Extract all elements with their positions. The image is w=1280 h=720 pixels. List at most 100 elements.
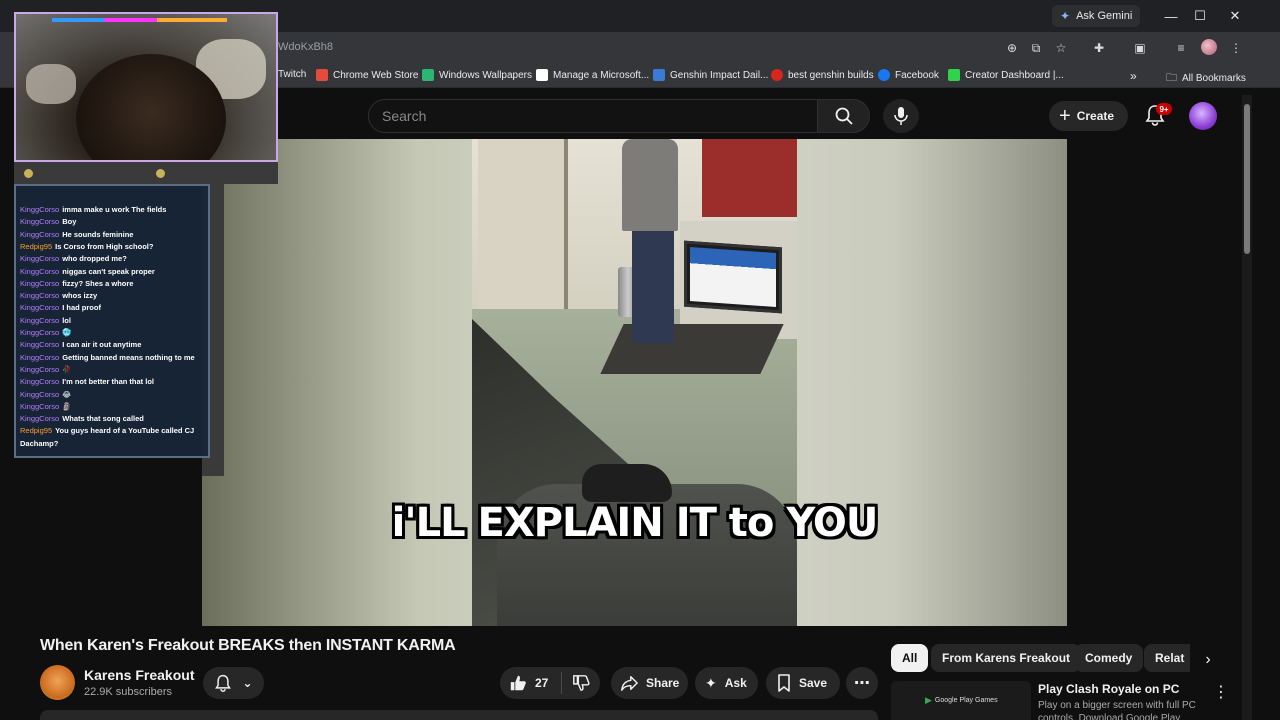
bookmark-creator-dashboard[interactable]: Creator Dashboard |... [948, 69, 1064, 81]
bookmark-manage-microsoft[interactable]: Manage a Microsoft... [536, 69, 649, 81]
chat-username[interactable]: KinggCorso [20, 365, 59, 374]
channel-avatar[interactable] [40, 665, 75, 700]
like-button[interactable]: 27 [500, 674, 561, 692]
video-frame [472, 139, 797, 626]
description-box[interactable] [40, 710, 878, 720]
search-button[interactable] [818, 99, 870, 133]
chip-related[interactable]: Relat [1144, 644, 1190, 672]
overlay-pin-icon [24, 169, 33, 178]
chip-comedy[interactable]: Comedy [1074, 644, 1144, 672]
browser-profile-avatar[interactable] [1201, 39, 1217, 55]
cast-icon[interactable]: ⧉ [1027, 39, 1045, 57]
chat-username[interactable]: KinggCorso [20, 291, 59, 300]
chat-username[interactable]: KinggCorso [20, 328, 59, 337]
ad-more-icon[interactable]: ⋮ [1213, 682, 1229, 702]
chat-username[interactable]: KinggCorso [20, 254, 59, 263]
notifications-subscribe-button[interactable]: ⌄ [203, 667, 264, 699]
more-horizontal-icon: ⋯ [854, 675, 870, 692]
chat-username[interactable]: KinggCorso [20, 316, 59, 325]
chat-text: fizzy? Shes a whore [62, 278, 134, 288]
more-actions-button[interactable]: ⋯ [846, 667, 878, 699]
bookmark-twitch[interactable]: Twitch [278, 69, 306, 80]
share-button[interactable]: Share [611, 667, 688, 699]
extensions-icon[interactable]: ✚ [1090, 39, 1108, 57]
close-icon[interactable]: ✕ [1225, 6, 1245, 26]
dislike-button[interactable] [562, 674, 600, 692]
ask-gemini-button[interactable]: ✦ Ask Gemini [1052, 5, 1141, 27]
channel-name[interactable]: Karens Freakout [84, 667, 194, 683]
chat-username[interactable]: KinggCorso [20, 414, 59, 423]
chat-message: KinggCorso 😂 [20, 389, 204, 401]
media-controls-icon[interactable]: ≡ [1172, 39, 1190, 57]
chat-text: I can air it out anytime [62, 340, 142, 350]
chat-username[interactable]: Redpig95 [20, 426, 52, 435]
zoom-icon[interactable]: ⊕ [1003, 39, 1021, 57]
chat-username[interactable]: KinggCorso [20, 230, 59, 239]
chat-text: 🥀 [62, 364, 72, 374]
bookmark-chrome-web-store[interactable]: Chrome Web Store [316, 69, 418, 81]
chat-message: KinggCorso 🥀 [20, 364, 204, 376]
chrome-web-store-icon [316, 69, 328, 81]
wallpapers-icon [422, 69, 434, 81]
bookmark-windows-wallpapers[interactable]: Windows Wallpapers [422, 69, 532, 81]
chat-username[interactable]: KinggCorso [20, 217, 59, 226]
all-bookmarks-button[interactable]: 🗀 All Bookmarks [1166, 69, 1246, 88]
chat-message: Redpig95 Is Corso from High school? [20, 241, 204, 253]
google-play-games-label: Google Play Games [934, 697, 998, 704]
chat-message: KinggCorso whos izzy [20, 290, 204, 302]
ad-thumbnail[interactable]: ▶ Google Play Games [891, 681, 1031, 720]
chat-username[interactable]: KinggCorso [20, 205, 59, 214]
search-input[interactable] [382, 108, 782, 124]
chevron-right-icon[interactable]: › [1198, 650, 1218, 670]
chat-username[interactable]: KinggCorso [20, 390, 59, 399]
bookmark-genshin-daily[interactable]: Genshin Impact Dail... [653, 69, 768, 81]
search-icon [835, 107, 853, 125]
chat-username[interactable]: Redpig95 [20, 242, 52, 251]
chip-all[interactable]: All [891, 644, 929, 672]
chat-text: Boy [62, 217, 77, 227]
subscriber-count: 22.9K subscribers [84, 686, 173, 698]
chat-username[interactable]: KinggCorso [20, 377, 59, 386]
chat-message: KinggCorso 🥶 [20, 327, 204, 339]
chat-text: lol [62, 315, 71, 325]
maximize-icon[interactable]: ☐ [1190, 6, 1210, 26]
bookmark-label: Chrome Web Store [333, 69, 419, 81]
chevron-down-icon: ⌄ [242, 676, 253, 690]
bookmark-facebook[interactable]: Facebook [878, 69, 939, 81]
all-bookmarks-label: All Bookmarks [1182, 73, 1246, 84]
chat-username[interactable]: KinggCorso [20, 402, 59, 411]
create-button[interactable]: + Create [1049, 101, 1129, 131]
video-player[interactable] [202, 139, 1067, 626]
account-avatar[interactable] [1189, 102, 1217, 130]
browser-menu-icon[interactable]: ⋮ [1227, 39, 1245, 57]
scrollbar-thumb[interactable] [1244, 104, 1250, 254]
minimize-icon[interactable]: — [1161, 6, 1181, 26]
overlay-pin-icon [156, 169, 165, 178]
bookmark-best-genshin-builds[interactable]: best genshin builds [771, 69, 874, 81]
save-button[interactable]: Save [766, 667, 840, 699]
ad-title[interactable]: Play Clash Royale on PC [1038, 682, 1179, 696]
search-box[interactable] [368, 99, 818, 133]
folder-icon: 🗀 [1166, 72, 1177, 84]
like-dislike-group: 27 [500, 667, 600, 699]
chat-text: He sounds feminine [62, 229, 134, 239]
chat-username[interactable]: KinggCorso [20, 267, 59, 276]
chat-username[interactable]: KinggCorso [20, 340, 59, 349]
voice-search-button[interactable] [883, 99, 919, 133]
chat-username[interactable]: KinggCorso [20, 353, 59, 362]
address-bar-url[interactable]: WdoKxBh8 [278, 41, 333, 53]
chat-text: 😂 [62, 389, 71, 399]
bookmark-label: Manage a Microsoft... [553, 69, 650, 81]
bookmarks-overflow-icon[interactable]: » [1130, 69, 1137, 83]
chat-text: who dropped me? [62, 254, 127, 264]
tab-search-icon[interactable]: ▣ [1131, 39, 1149, 57]
chat-username[interactable]: KinggCorso [20, 279, 59, 288]
chat-text: 🗿 [62, 401, 72, 411]
notification-badge: 9+ [1156, 103, 1172, 115]
bookmark-star-icon[interactable]: ☆ [1052, 39, 1070, 57]
thumbs-down-icon [573, 675, 590, 691]
ask-button[interactable]: ✦ Ask [695, 667, 758, 699]
chip-from-channel[interactable]: From Karens Freakout [931, 644, 1082, 672]
chat-username[interactable]: KinggCorso [20, 303, 59, 312]
chat-message: KinggCorso Getting banned means nothing t… [20, 352, 204, 364]
